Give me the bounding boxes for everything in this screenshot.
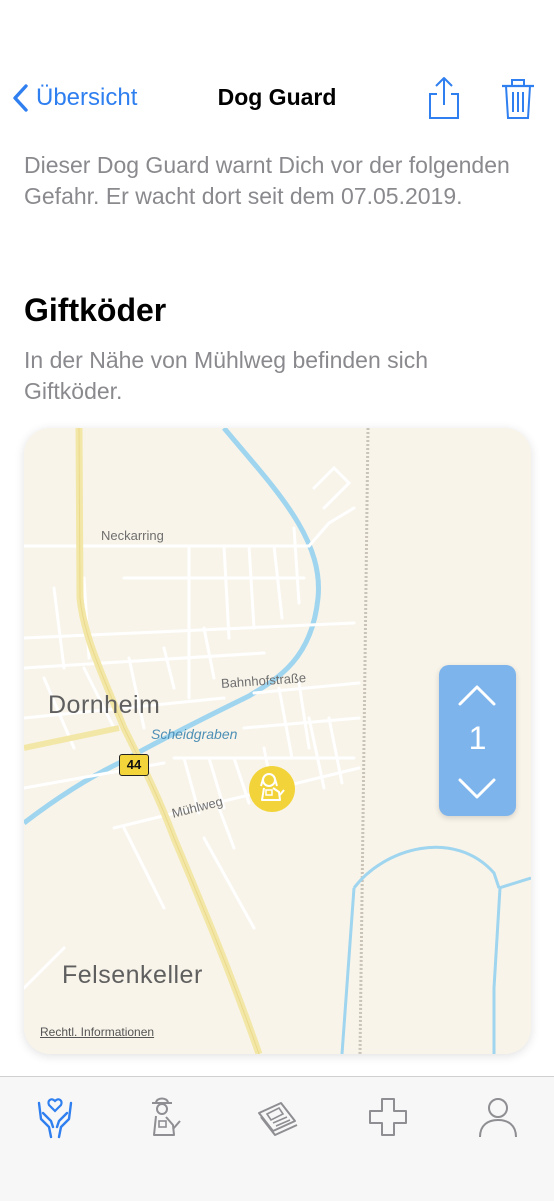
hazard-marker[interactable] [249,766,295,812]
dog-guard-icon [152,1097,181,1136]
trash-icon [502,79,534,119]
hazard-description: In der Nähe von Mühlweg befinden sich Gi… [24,347,429,404]
newspaper-icon [258,1102,298,1136]
map-label-scheidgraben: Scheidgraben [151,726,238,742]
pager-value: 1 [468,720,487,756]
tab-dog-guards[interactable] [142,1095,186,1139]
dog-marker-icon [260,773,285,801]
navigation-bar: Übersicht Dog Guard [0,70,554,126]
tab-profile[interactable] [476,1095,520,1139]
tab-medical[interactable] [366,1095,410,1139]
profile-icon [479,1098,517,1138]
chevron-down-icon[interactable] [457,777,497,801]
tab-bar [0,1076,554,1201]
legal-info-link[interactable]: Rechtl. Informationen [40,1025,154,1039]
medical-cross-icon [369,1098,407,1136]
share-button[interactable] [424,74,464,122]
road-number-badge: 44 [119,754,149,776]
intro-text: Dieser Dog Guard warnt Dich vor der folg… [24,152,510,209]
tab-care[interactable] [33,1095,77,1139]
hazard-pager: 1 [439,665,516,816]
map-label-felsenkeller: Felsenkeller [62,961,203,989]
delete-button[interactable] [498,74,538,122]
page-title: Dog Guard [217,84,337,110]
hazard-title: Giftköder [24,292,167,328]
hands-care-icon [37,1098,73,1139]
tab-news[interactable] [255,1095,299,1139]
chevron-up-icon[interactable] [457,683,497,707]
share-icon [429,77,459,119]
map-label-dornheim: Dornheim [48,691,161,719]
map-label-neckarring: Neckarring [101,528,164,543]
